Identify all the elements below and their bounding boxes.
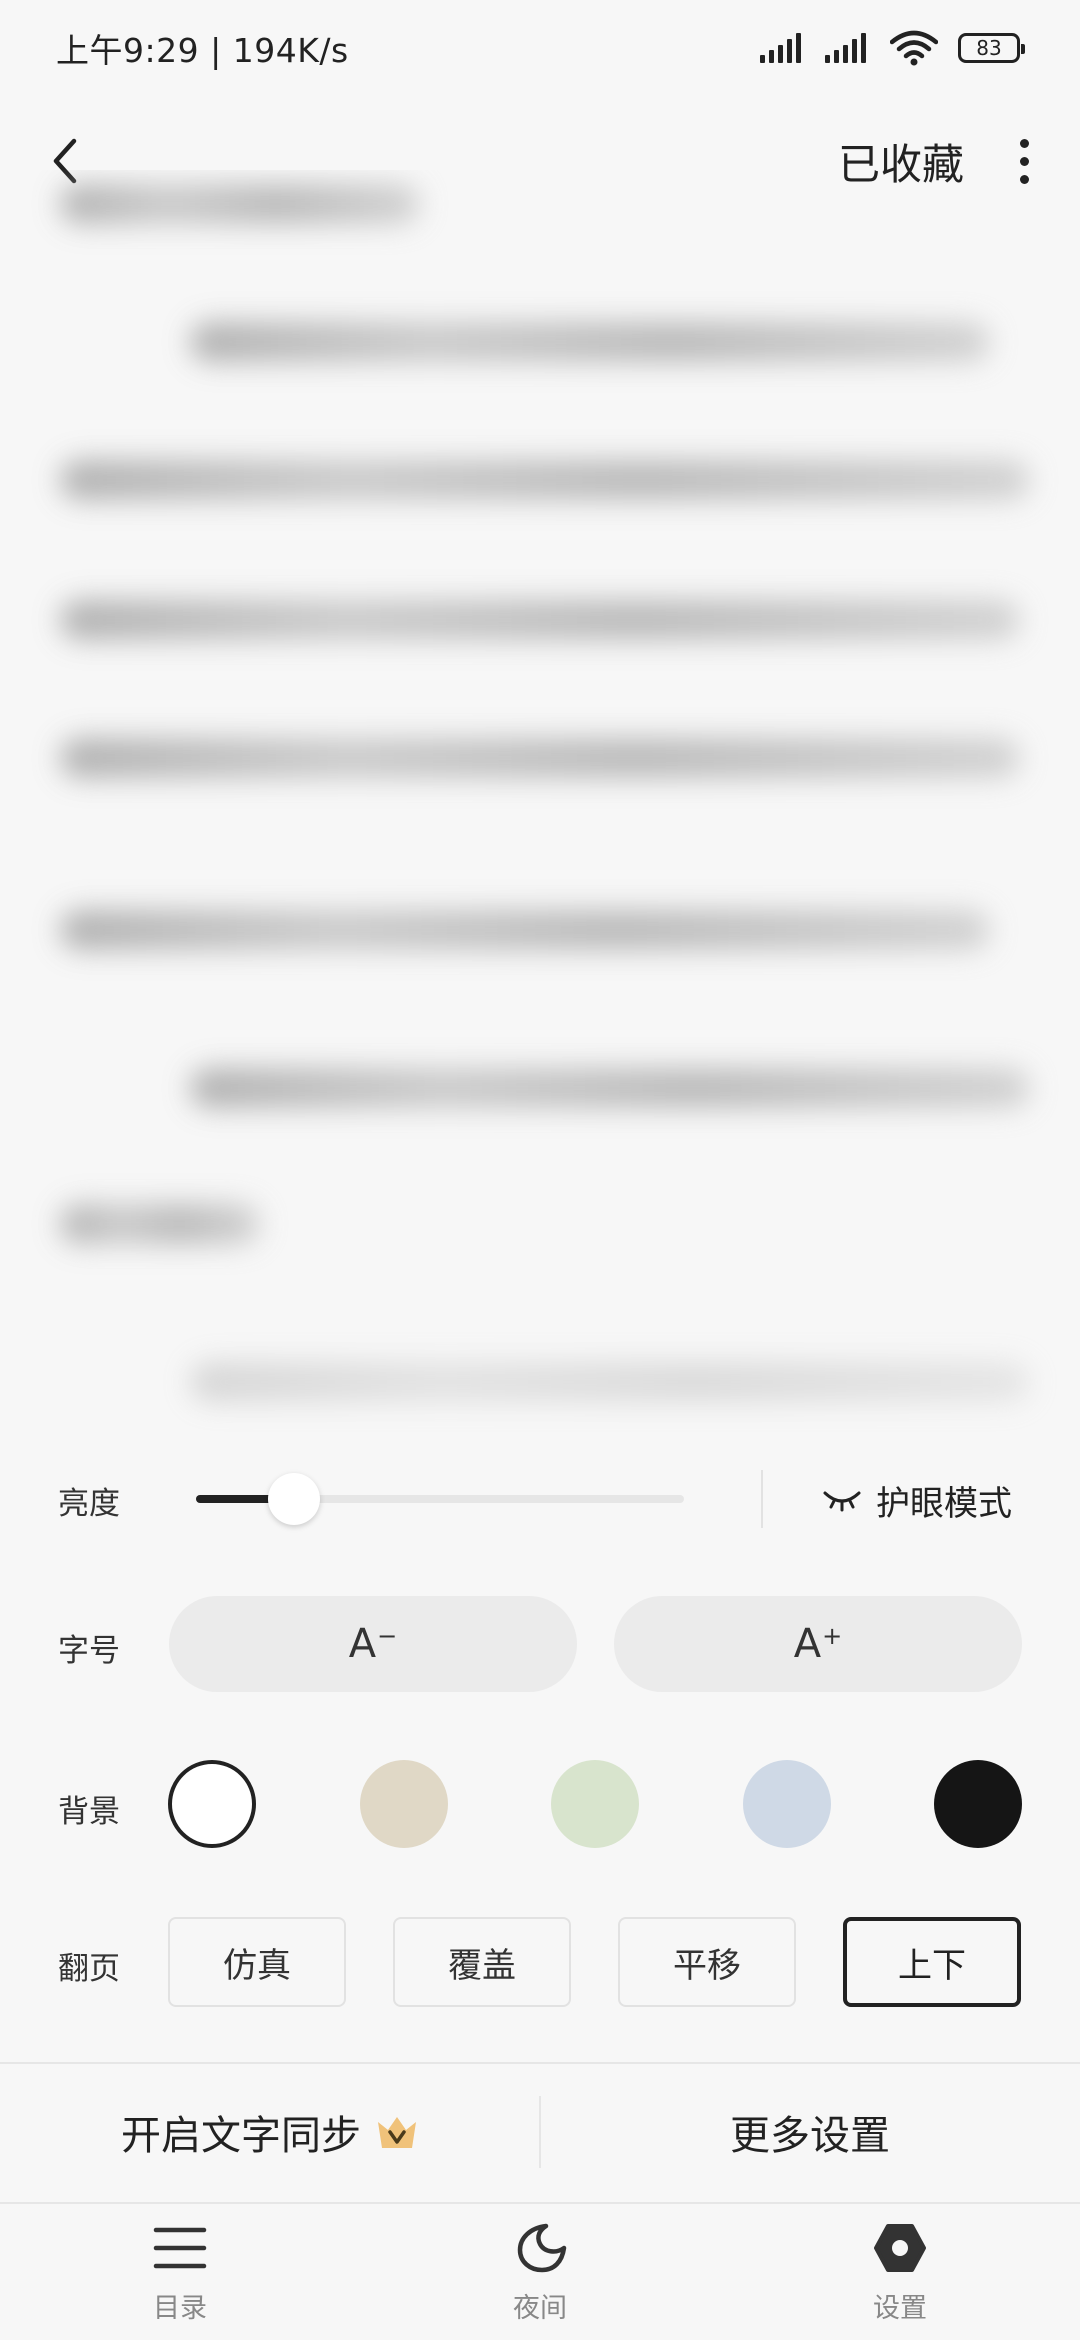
divider [761, 1470, 763, 1528]
text-sync-button[interactable]: 开启文字同步 [0, 2064, 540, 2200]
text-sync-label: 开启文字同步 [121, 2113, 361, 2159]
blurred-text-line [190, 1362, 1030, 1402]
blurred-text-line [60, 738, 1020, 778]
wifi-icon [890, 30, 938, 66]
blurred-text-line [190, 1068, 1030, 1108]
background-swatch-green[interactable] [551, 1760, 639, 1848]
battery-level: 83 [976, 36, 1002, 60]
divider [0, 2202, 1080, 2204]
background-swatch-white[interactable] [168, 1760, 256, 1848]
more-settings-button[interactable]: 更多设置 [540, 2064, 1080, 2200]
nav-settings-label: 设置 [873, 2293, 927, 2324]
vip-crown-icon [378, 2117, 416, 2148]
eye-mode-button[interactable]: 护眼模式 [822, 1475, 1012, 1525]
font-size-label: 字号 [58, 1633, 120, 1669]
blurred-text-line [60, 600, 1020, 640]
page-turn-label: 翻页 [58, 1951, 120, 1987]
font-increase-mark: + [822, 1622, 843, 1650]
status-time-speed: 上午9:29 | 194K/s [56, 31, 349, 70]
blurred-text-line [60, 184, 420, 224]
gear-icon [874, 2224, 926, 2272]
background-label: 背景 [58, 1794, 120, 1830]
nav-night-label: 夜间 [513, 2293, 567, 2324]
font-increase-label: A [793, 1621, 822, 1667]
font-decrease-button[interactable]: A − [169, 1596, 577, 1692]
page-turn-cover[interactable]: 覆盖 [393, 1917, 571, 2007]
status-bar: 上午9:29 | 194K/s 83 [0, 0, 1080, 96]
blurred-text-line [60, 460, 1030, 500]
font-decrease-label: A [348, 1621, 377, 1667]
more-dots-icon [1019, 138, 1029, 148]
nav-settings[interactable]: 设置 [800, 2208, 1000, 2340]
font-decrease-mark: − [377, 1622, 398, 1650]
font-increase-button[interactable]: A + [614, 1596, 1022, 1692]
nav-night[interactable]: 夜间 [440, 2208, 640, 2340]
nav-catalog[interactable]: 目录 [80, 2208, 280, 2340]
brightness-slider[interactable] [196, 1473, 684, 1525]
signal-icon [760, 33, 801, 63]
battery-icon: 83 [958, 33, 1025, 63]
settings-panel [0, 1440, 1080, 2340]
page-turn-slide[interactable]: 平移 [618, 1917, 796, 2007]
brightness-thumb[interactable] [268, 1473, 320, 1525]
blurred-text-line [190, 322, 990, 362]
eye-closed-icon [823, 1491, 861, 1512]
reader-screen: 上午9:29 | 194K/s 83 已收藏 亮度 护眼模式 字号 A − A … [0, 0, 1080, 2340]
background-swatch-blue[interactable] [743, 1760, 831, 1848]
nav-catalog-label: 目录 [153, 2293, 207, 2324]
status-icons: 83 [760, 30, 1025, 66]
background-swatch-black[interactable] [934, 1760, 1022, 1848]
blurred-text-line [60, 910, 990, 950]
moon-icon [517, 2223, 567, 2273]
eye-mode-label: 护眼模式 [876, 1483, 1012, 1524]
page-turn-simulate[interactable]: 仿真 [168, 1917, 346, 2007]
page-turn-scroll[interactable]: 上下 [843, 1917, 1021, 2007]
more-settings-label: 更多设置 [730, 2113, 890, 2159]
blurred-text-line [60, 1204, 260, 1244]
blurred-reading-content [0, 170, 1080, 1440]
list-icon [153, 2227, 207, 2269]
brightness-label: 亮度 [58, 1486, 120, 1522]
background-swatch-beige[interactable] [360, 1760, 448, 1848]
signal-icon-2 [825, 33, 866, 63]
